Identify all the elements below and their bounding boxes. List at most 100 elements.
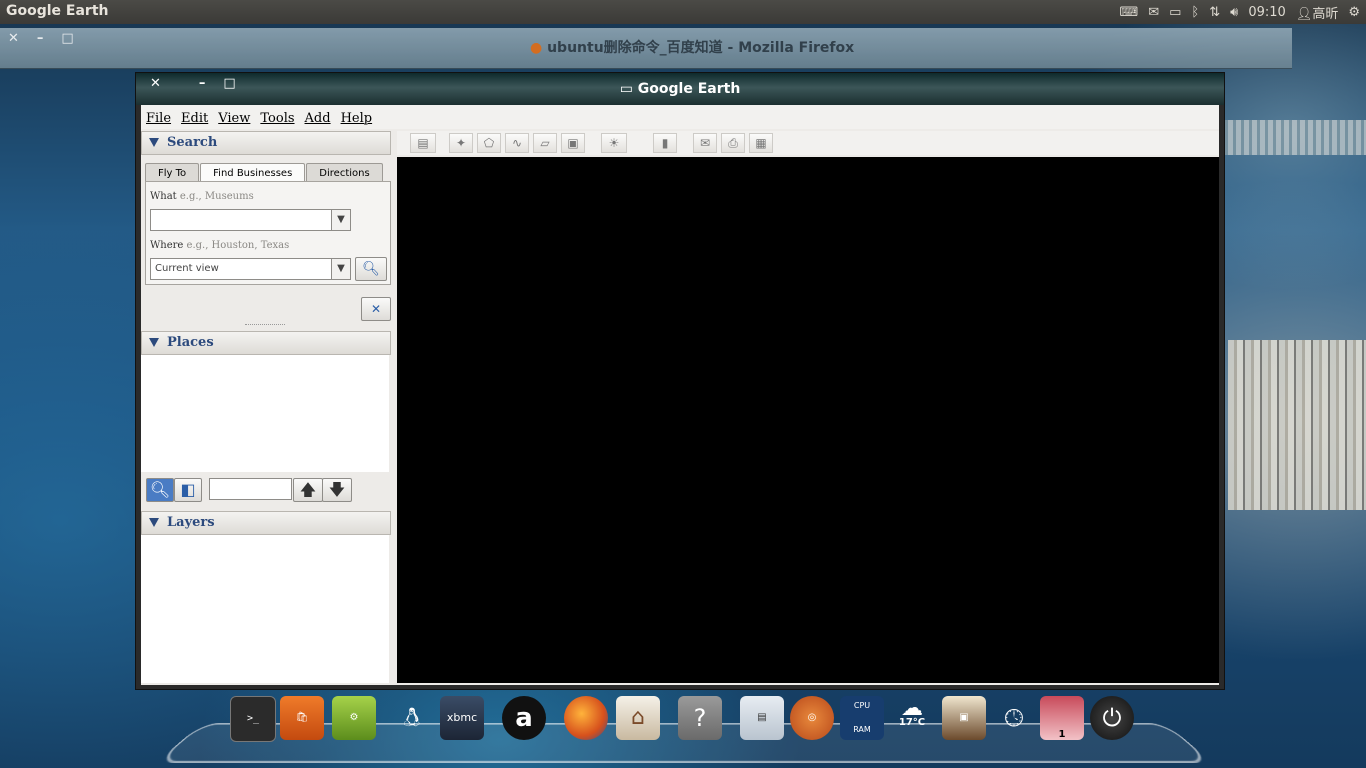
record-tour-icon[interactable]: ▣ — [561, 133, 585, 153]
what-input[interactable]: ▼ — [150, 209, 351, 231]
ubuntu-one-icon[interactable]: ⚙ — [332, 696, 376, 740]
battery-icon[interactable]: ▭ — [1169, 5, 1181, 20]
workspace-number: 1 — [1058, 729, 1066, 740]
system-monitor-icon[interactable]: ▤ — [740, 696, 784, 740]
panel-icon: ◧ — [180, 480, 196, 499]
firefox-icon[interactable] — [564, 696, 608, 740]
chevron-down-icon[interactable]: ▼ — [331, 210, 350, 230]
window-titlebar[interactable]: ✕ – □ ▭ Google Earth — [136, 73, 1224, 105]
search-icon: 🔍︎ — [362, 261, 380, 277]
window-title: ▭ Google Earth — [136, 81, 1224, 97]
layers-panel-header[interactable]: Layers — [141, 511, 391, 535]
clock-search-icon[interactable]: 🕓︎ — [992, 696, 1036, 740]
tab-directions[interactable]: Directions — [306, 163, 383, 182]
sidebar-toggle-button[interactable]: ◧ — [174, 478, 202, 502]
window-content: File Edit View Tools Add Help Search Fly… — [141, 105, 1219, 685]
places-panel-header[interactable]: Places — [141, 331, 391, 355]
placemark-icon[interactable]: ✦ — [449, 133, 473, 153]
search-icon: 🔍︎ — [149, 480, 171, 499]
search-panel-header[interactable]: Search — [141, 131, 391, 155]
shutdown-icon[interactable]: ⏻ — [1090, 696, 1134, 740]
wallpaper-coast — [1220, 120, 1366, 155]
image-overlay-icon[interactable]: ▱ — [533, 133, 557, 153]
xbmc-icon[interactable]: xbmc — [440, 696, 484, 740]
where-hint: e.g., Houston, Texas — [183, 240, 290, 251]
dock: >_ 🛍︎ ⚙ 🐧︎ xbmc a ⌂ ? ▤ ◎ CPU RAM ☁ 17°C ▣… — [155, 690, 1213, 768]
resize-handle[interactable] — [245, 324, 285, 329]
places-filter-input[interactable] — [209, 478, 292, 500]
search-places-button[interactable]: 🔍︎ — [146, 478, 174, 502]
firefox-title-text: ubuntu删除命令_百度知道 - Mozilla Firefox — [547, 40, 855, 56]
maximize-icon[interactable]: □ — [61, 31, 73, 46]
software-center-icon[interactable]: 🛍︎ — [280, 696, 324, 740]
user-menu[interactable]: 👤︎高昕 — [1296, 3, 1339, 22]
slideshow-icon[interactable]: ▣ — [942, 696, 986, 740]
close-icon[interactable]: ✕ — [8, 31, 19, 46]
menu-add[interactable]: Add — [300, 105, 336, 129]
tab-find-businesses[interactable]: Find Businesses — [200, 163, 306, 182]
menu-help[interactable]: Help — [336, 105, 378, 129]
layers-tree[interactable] — [141, 535, 389, 683]
email-icon[interactable]: ✉ — [693, 133, 717, 153]
menu-view[interactable]: View — [213, 105, 255, 129]
places-panel-title: Places — [167, 335, 214, 350]
collapse-triangle-icon — [149, 138, 159, 147]
terminal-icon[interactable]: >_ — [230, 696, 276, 742]
active-app-name: Google Earth — [6, 3, 109, 19]
sidebar-toggle-icon[interactable]: ▤ — [410, 133, 436, 153]
cpu-ram-monitor-icon[interactable]: CPU RAM — [840, 696, 884, 740]
arrow-up-icon: 🡅 — [299, 480, 317, 499]
search-panel-title: Search — [167, 135, 218, 150]
view-in-maps-icon[interactable]: ▦ — [749, 133, 773, 153]
minimize-icon[interactable]: – — [37, 31, 44, 46]
workspaces-icon[interactable]: 1 — [1040, 696, 1084, 740]
amazon-icon[interactable]: a — [502, 696, 546, 740]
clear-search-button[interactable]: ✕ — [361, 297, 391, 321]
firefox-window[interactable]: ✕ – □ ● ubuntu删除命令_百度知道 - Mozilla Firefo… — [0, 28, 1292, 69]
places-tree[interactable] — [141, 355, 389, 472]
menu-file[interactable]: File — [141, 105, 176, 129]
ubuntu-logo-icon[interactable]: ◎ — [790, 696, 834, 740]
places-toolbar: 🔍︎ ◧ 🡅 🡇 — [141, 475, 389, 503]
keyboard-icon[interactable]: ⌨ — [1119, 5, 1138, 20]
earth-3d-view[interactable] — [397, 157, 1219, 683]
help-icon[interactable]: ? — [678, 696, 722, 740]
where-label: Where e.g., Houston, Texas — [150, 240, 289, 251]
where-input[interactable]: Current view ▼ — [150, 258, 351, 280]
menu-bar: File Edit View Tools Add Help — [141, 105, 1219, 129]
print-icon[interactable]: ⎙ — [721, 133, 745, 153]
weather-icon[interactable]: ☁ 17°C — [890, 696, 934, 740]
tab-fly-to[interactable]: Fly To — [145, 163, 200, 182]
pidgin-icon[interactable]: 🐧︎ — [390, 696, 434, 740]
sunlight-icon[interactable]: ☀ — [601, 133, 627, 153]
network-icon[interactable]: ⇅ — [1209, 5, 1220, 20]
firefox-icon: ● — [530, 40, 543, 56]
clock[interactable]: 09:10 — [1248, 5, 1285, 20]
window-title-text: Google Earth — [637, 81, 741, 97]
mail-icon[interactable]: ✉ — [1148, 5, 1159, 20]
what-label: What e.g., Museums — [150, 191, 254, 202]
bluetooth-icon[interactable]: ᛒ — [1191, 5, 1199, 20]
top-panel: Google Earth ⌨ ✉ ▭ ᛒ ⇅ 🔊︎ 09:10 👤︎高昕 ⚙ — [0, 0, 1366, 24]
move-up-button[interactable]: 🡅 — [293, 478, 323, 502]
gear-icon[interactable]: ⚙ — [1348, 5, 1360, 20]
arrow-down-icon: 🡇 — [328, 480, 346, 499]
menu-tools[interactable]: Tools — [255, 105, 299, 129]
wallpaper-city — [1228, 340, 1366, 510]
ruler-icon[interactable]: ▮ — [653, 133, 677, 153]
path-icon[interactable]: ∿ — [505, 133, 529, 153]
home-folder-icon[interactable]: ⌂ — [616, 696, 660, 740]
move-down-button[interactable]: 🡇 — [322, 478, 352, 502]
search-button[interactable]: 🔍︎ — [355, 257, 387, 281]
chevron-down-icon[interactable]: ▼ — [331, 259, 350, 279]
what-label-text: What — [150, 191, 177, 202]
volume-icon[interactable]: 🔊︎ — [1230, 5, 1238, 20]
close-icon: ✕ — [370, 302, 382, 316]
firefox-window-title: ● ubuntu删除命令_百度知道 - Mozilla Firefox — [530, 37, 854, 57]
polygon-icon[interactable]: ⬠ — [477, 133, 501, 153]
where-value: Current view — [155, 263, 219, 274]
menu-edit[interactable]: Edit — [176, 105, 213, 129]
cloud-icon: ☁ — [901, 696, 923, 721]
collapse-triangle-icon — [149, 338, 159, 347]
weather-temp: 17°C — [898, 717, 926, 728]
